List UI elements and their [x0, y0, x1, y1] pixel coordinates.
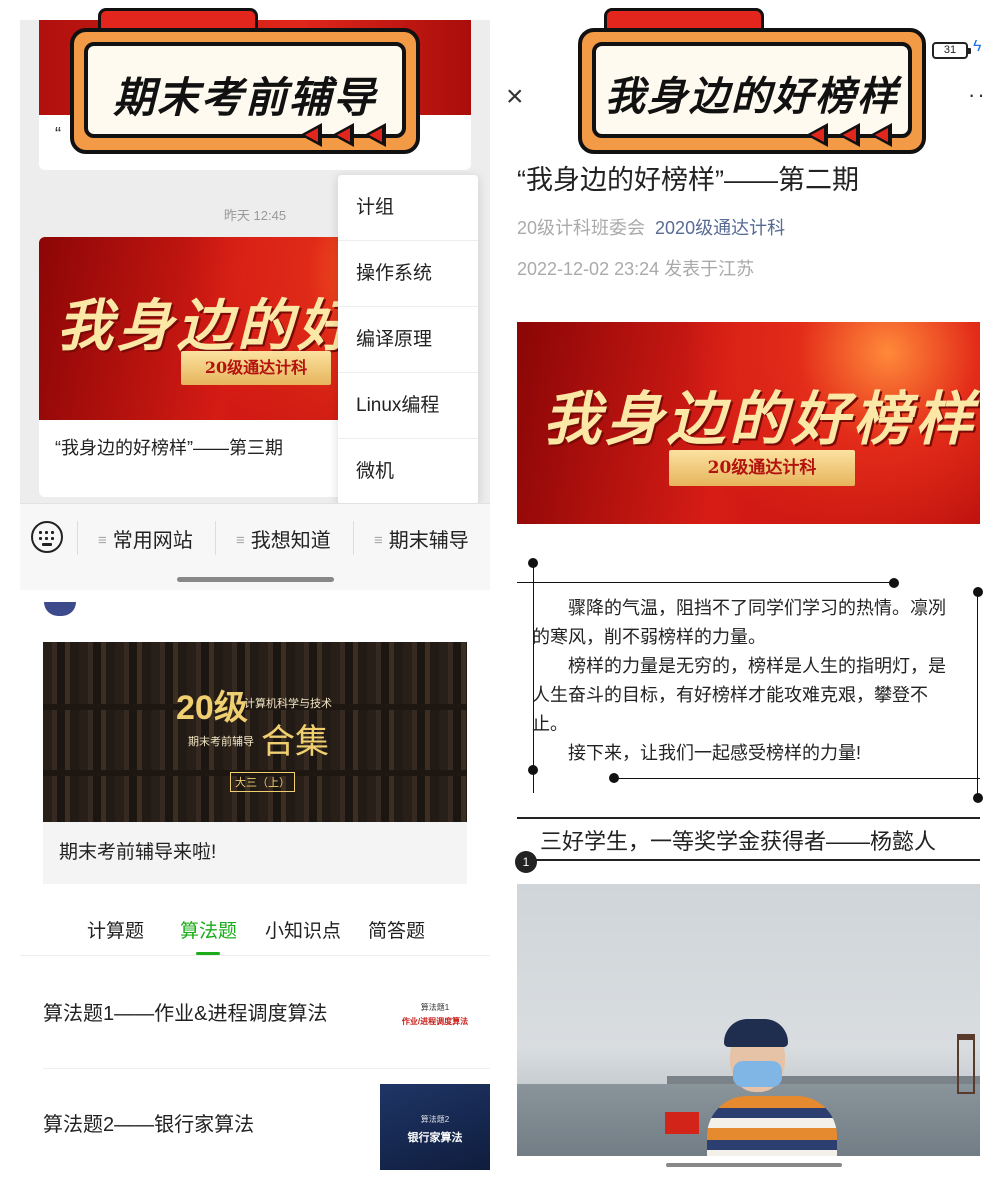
- submenu-item-os[interactable]: 操作系统: [338, 241, 478, 307]
- close-icon[interactable]: ×: [506, 80, 524, 114]
- frame-line: [977, 592, 978, 798]
- menu-item-want-to-know[interactable]: ≡ 我想知道: [236, 524, 331, 553]
- article-author: 20级计科班委会: [517, 218, 646, 238]
- arrow-left-icon: [364, 123, 386, 147]
- sticker-inner: 我身边的好榜样: [592, 42, 912, 138]
- frame-line: [517, 582, 893, 583]
- menu-item-final-tutoring[interactable]: ≡ 期末辅导: [374, 524, 469, 553]
- section-heading: 三好学生，一等奖学金获得者——杨懿人: [517, 817, 980, 861]
- thumb-line1: 算法题2: [420, 1115, 450, 1124]
- banner-calligraphy: 我身边的好: [57, 293, 357, 359]
- arrow-left-icon: [838, 123, 860, 147]
- banner-calligraphy: 我身边的好榜样: [543, 385, 978, 453]
- cover-subtitle: 计算机科学与技术: [244, 698, 332, 710]
- menu-divider: [353, 521, 354, 555]
- thumb-line1: 算法题1: [420, 1003, 450, 1012]
- frame-dot: [889, 578, 899, 588]
- avatar: [44, 602, 76, 616]
- arrow-left-icon: [300, 123, 322, 147]
- cover-big-text: 20级: [176, 689, 248, 727]
- cover-semester-tag: 大三（上）: [230, 772, 295, 792]
- list-item-title: 算法题2——银行家算法: [43, 1114, 255, 1136]
- banner-ribbon: 20级通达计科: [669, 450, 855, 486]
- article-card-top-title: “: [55, 124, 61, 144]
- list-item-title: 算法题1——作业&进程调度算法: [43, 1003, 328, 1025]
- home-indicator[interactable]: [666, 1163, 842, 1167]
- active-tab-indicator: [196, 952, 220, 955]
- student-photo[interactable]: [517, 884, 980, 1156]
- collection-caption: 期末考前辅导来啦!: [43, 822, 467, 884]
- menu-divider: [215, 521, 216, 555]
- title-sticker-right: 我身边的好榜样: [578, 8, 926, 158]
- submenu-item-jizu[interactable]: 计组: [338, 175, 478, 241]
- menu-lines-icon: ≡: [374, 532, 383, 549]
- sticker-text: 我身边的好榜样: [605, 75, 899, 119]
- tab-short-answer[interactable]: 简答题: [368, 916, 425, 943]
- thumb-line2: 银行家算法: [407, 1132, 463, 1144]
- submenu-item-linux[interactable]: Linux编程: [338, 373, 478, 439]
- sticker-text: 期末考前辅导: [112, 74, 377, 121]
- tab-knowledge[interactable]: 小知识点: [265, 916, 341, 943]
- submenu-item-compiler[interactable]: 编译原理: [338, 307, 478, 373]
- collection-panel: 20级 计算机科学与技术 期末考前辅导 合集 大三（上） 期末考前辅导来啦! 计…: [20, 592, 490, 1192]
- intro-paragraph: 接下来，让我们一起感受榜样的力量!: [568, 743, 861, 763]
- section-number-badge: 1: [515, 851, 537, 873]
- article-date: 2022-12-02 23:24 发表于江苏: [517, 259, 755, 279]
- menu-divider: [77, 521, 78, 555]
- sticker-inner: 期末考前辅导: [84, 42, 406, 138]
- list-item[interactable]: 算法题2——银行家算法 算法题2 银行家算法: [43, 1070, 490, 1180]
- article-meta: 20级计科班委会 2020级通达计科: [517, 214, 785, 240]
- photo-bridge: [667, 1076, 980, 1084]
- menu-item-label: 我想知道: [250, 530, 331, 552]
- photo-tower: [957, 1034, 975, 1094]
- photo-flag: [665, 1112, 699, 1134]
- frame-line: [614, 778, 980, 779]
- submenu-popup: 计组 操作系统 编译原理 Linux编程 微机: [338, 175, 478, 505]
- list-item[interactable]: 算法题1——作业&进程调度算法 算法题1 作业/进程调度算法: [43, 959, 490, 1069]
- keyboard-icon[interactable]: [31, 521, 63, 553]
- intro-paragraph: 骤降的气温，阻挡不了同学们学习的热情。凛冽的寒风，削不弱榜样的力量。: [532, 598, 946, 647]
- arrow-left-icon: [332, 123, 354, 147]
- title-sticker-left: 期末考前辅导: [70, 8, 420, 158]
- account-link[interactable]: 2020级通达计科: [655, 218, 785, 238]
- menu-item-label: 期末辅导: [388, 530, 469, 552]
- tab-calculation[interactable]: 计算题: [87, 916, 144, 943]
- arrow-left-icon: [806, 123, 828, 147]
- photo-person: [707, 1096, 837, 1156]
- article-title: “我身边的好榜样”——第二期: [517, 165, 859, 195]
- list-item-thumbnail: 算法题1 作业/进程调度算法: [380, 977, 490, 1052]
- article-card-title: “我身边的好榜样”——第三期: [55, 438, 283, 458]
- list-item-thumbnail: 算法题2 银行家算法: [380, 1084, 490, 1170]
- section-title: 三好学生，一等奖学金获得者——杨懿人: [540, 829, 937, 854]
- cover-subtitle-2: 期末考前辅导: [188, 736, 254, 748]
- thumb-line2: 作业/进程调度算法: [401, 1017, 469, 1026]
- tab-algorithm[interactable]: 算法题: [180, 916, 237, 943]
- collection-cover-image[interactable]: 20级 计算机科学与技术 期末考前辅导 合集 大三（上）: [43, 642, 467, 822]
- menu-lines-icon: ≡: [98, 532, 107, 549]
- more-icon[interactable]: ··: [968, 82, 987, 108]
- article-view: 31 ϟ × ·· “我身边的好榜样”——第二期 20级计科班委会 2020级通达…: [500, 20, 1000, 1200]
- menu-item-websites[interactable]: ≡ 常用网站: [98, 524, 193, 553]
- photo-person-cap: [724, 1019, 788, 1047]
- charging-icon: ϟ: [973, 38, 982, 55]
- cover-heji-text: 合集: [261, 723, 329, 761]
- photo-person-mask: [733, 1061, 782, 1087]
- arrow-left-icon: [870, 123, 892, 147]
- menu-item-label: 常用网站: [112, 530, 193, 552]
- menu-lines-icon: ≡: [236, 532, 245, 549]
- submenu-item-microcomputer[interactable]: 微机: [338, 439, 478, 505]
- topic-tabs: 计算题 算法题 小知识点 简答题: [20, 908, 490, 956]
- image-overlay: [43, 642, 467, 822]
- frame-dot: [973, 793, 983, 803]
- intro-paragraph: 榜样的力量是无穷的，榜样是人生的指明灯，是人生奋斗的目标，有好榜样才能攻难克艰，…: [532, 656, 946, 734]
- battery-icon: 31: [932, 42, 971, 59]
- home-indicator[interactable]: [177, 577, 334, 582]
- article-banner-image: 我身边的好榜样 20级通达计科: [517, 322, 980, 524]
- banner-ribbon: 20级通达计科: [181, 351, 331, 385]
- frame-dot: [973, 587, 983, 597]
